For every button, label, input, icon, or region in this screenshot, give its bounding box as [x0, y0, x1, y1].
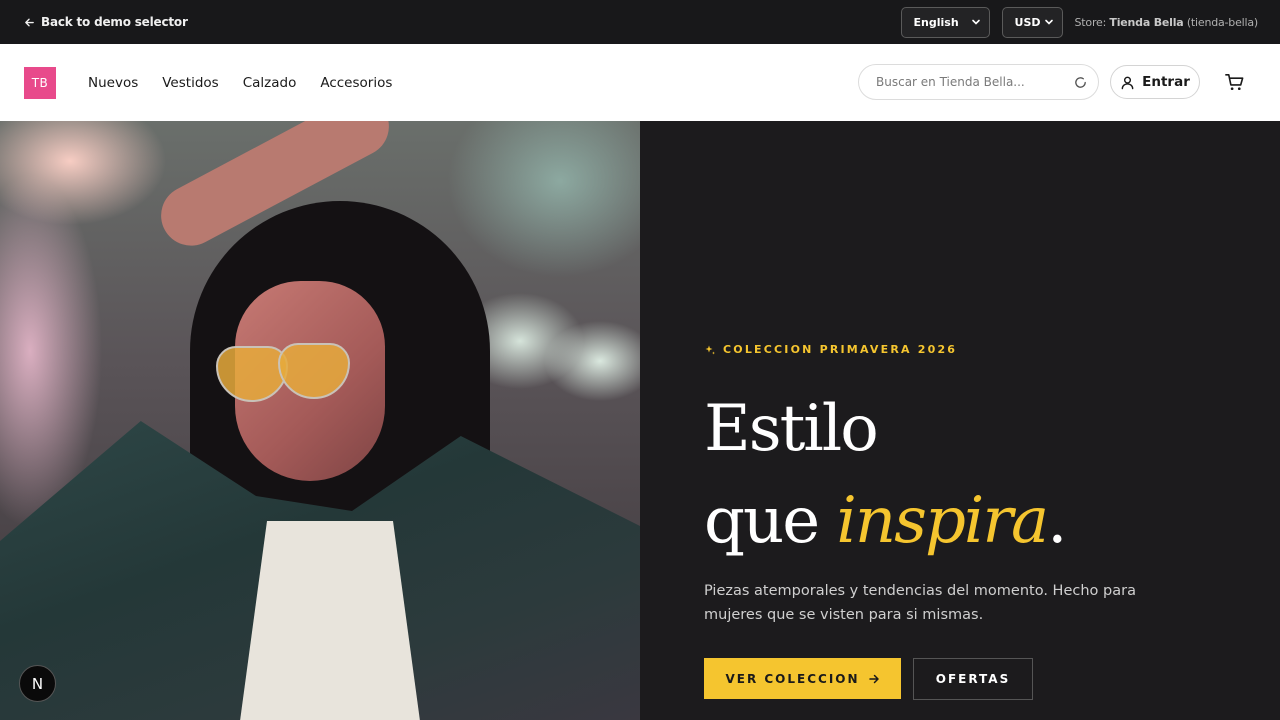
nav-item-calzado[interactable]: Calzado — [243, 75, 297, 91]
back-to-demo-link[interactable]: Back to demo selector — [24, 15, 188, 29]
offers-button[interactable]: OFERTAS — [913, 658, 1033, 700]
language-select[interactable]: English — [900, 6, 990, 38]
loading-spinner-icon — [1075, 76, 1086, 88]
login-button[interactable]: Entrar — [1110, 65, 1200, 99]
site-header: TB Nuevos Vestidos Calzado Accesorios Bu… — [0, 44, 1280, 121]
main-nav: Nuevos Vestidos Calzado Accesorios — [88, 75, 392, 91]
search-placeholder: Buscar en Tienda Bella... — [876, 75, 1025, 89]
sparkles-icon — [705, 345, 715, 354]
chevron-down-icon — [971, 19, 980, 25]
hero-title-line2: que — [704, 484, 837, 558]
nav-item-nuevos[interactable]: Nuevos — [88, 75, 138, 91]
back-to-demo-label: Back to demo selector — [41, 15, 188, 29]
store-name: Tienda Bella — [1109, 15, 1184, 29]
hero-photo-shirt — [240, 521, 420, 720]
language-value: English — [913, 15, 959, 29]
hero-title-end: . — [1047, 484, 1067, 558]
arrow-right-icon — [868, 674, 879, 683]
currency-select[interactable]: USD — [1001, 6, 1063, 38]
currency-value: USD — [1014, 15, 1041, 29]
demo-controls: English USD Store: Tienda Bella (tienda-… — [900, 6, 1259, 38]
store-info: Store: Tienda Bella (tienda-bella) — [1074, 15, 1259, 29]
offers-label: OFERTAS — [935, 672, 1011, 686]
dev-badge-label: N — [31, 674, 44, 693]
logo-text: TB — [31, 75, 49, 90]
cart-icon[interactable] — [1224, 72, 1245, 93]
chevron-down-icon — [1044, 19, 1053, 25]
hero-eyebrow: COLECCION PRIMAVERA 2026 — [704, 343, 957, 356]
view-collection-button[interactable]: VER COLECCION — [704, 658, 901, 699]
demo-bar: Back to demo selector English USD Store:… — [0, 0, 1280, 44]
hero-eyebrow-label: COLECCION PRIMAVERA 2026 — [723, 343, 958, 356]
search-input[interactable]: Buscar en Tienda Bella... — [858, 64, 1099, 100]
arrow-left-icon — [25, 18, 34, 26]
hero-title-line1: Estilo — [704, 392, 879, 466]
store-slug: (tienda-bella) — [1186, 15, 1258, 29]
login-label: Entrar — [1142, 74, 1190, 90]
hero-image — [0, 121, 640, 720]
hero-content: COLECCION PRIMAVERA 2026 Estilo que insp… — [640, 121, 1280, 720]
nav-item-vestidos[interactable]: Vestidos — [162, 75, 218, 91]
nav-item-accesorios[interactable]: Accesorios — [320, 75, 392, 91]
user-icon — [1121, 76, 1134, 89]
store-logo[interactable]: TB — [24, 66, 56, 99]
hero-title: Estilo que inspira. — [704, 383, 1068, 567]
hero-title-accent: inspira — [836, 484, 1049, 558]
view-collection-label: VER COLECCION — [725, 671, 860, 686]
dev-badge[interactable]: N — [19, 665, 56, 702]
store-prefix: Store: — [1074, 15, 1107, 29]
hero-subtitle: Piezas atemporales y tendencias del mome… — [704, 583, 1136, 623]
